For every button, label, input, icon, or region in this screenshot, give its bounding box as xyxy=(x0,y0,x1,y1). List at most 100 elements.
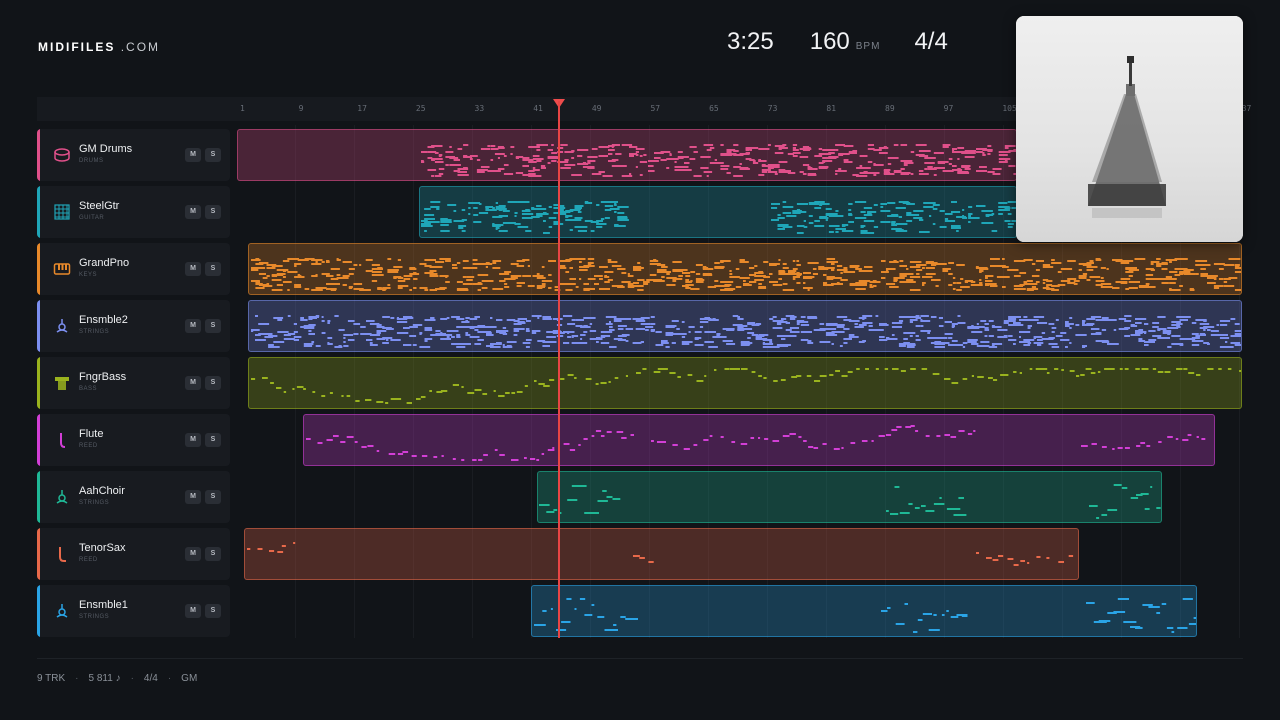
track-count: 9 TRK xyxy=(37,673,66,684)
track-category: STRINGS xyxy=(79,614,110,620)
bass-amp-icon xyxy=(53,374,71,392)
note-pattern xyxy=(251,368,1241,404)
track-header[interactable]: SteelGtr GUITAR M S xyxy=(37,186,230,238)
ruler-bar-label: 25 xyxy=(415,104,426,113)
album-art xyxy=(1016,16,1243,242)
track-header[interactable]: Ensmble2 STRINGS M S xyxy=(37,300,230,352)
mute-button[interactable]: M xyxy=(185,547,201,561)
solo-button[interactable]: S xyxy=(205,205,221,219)
mute-button[interactable]: M xyxy=(185,433,201,447)
track-header[interactable]: Flute REED M S xyxy=(37,414,230,466)
note-pattern xyxy=(539,484,1161,519)
track-name: Flute xyxy=(79,428,104,440)
note-count: 5 811 ♪ xyxy=(88,673,121,684)
solo-button[interactable]: S xyxy=(205,262,221,276)
track-name: AahChoir xyxy=(79,485,125,497)
ruler-bar-label: 81 xyxy=(826,104,837,113)
violin-icon xyxy=(53,488,71,506)
note-pattern xyxy=(534,598,1196,633)
track-name: FngrBass xyxy=(79,371,127,383)
solo-button[interactable]: S xyxy=(205,376,221,390)
midi-region[interactable] xyxy=(531,585,1197,637)
track-category: REED xyxy=(79,443,98,449)
midi-region[interactable] xyxy=(237,129,1017,181)
ruler-bar-label: 65 xyxy=(709,104,719,113)
ruler-bar-label: 89 xyxy=(885,104,895,113)
midi-region[interactable] xyxy=(303,414,1215,466)
note-pattern xyxy=(306,425,1206,461)
note-pattern xyxy=(421,201,1016,234)
separator-dot: · xyxy=(167,673,172,684)
flute-icon xyxy=(53,431,71,449)
separator-dot: · xyxy=(75,673,79,684)
midi-region[interactable] xyxy=(537,471,1162,523)
song-stats: 3:25 160 BPM 4/4 xyxy=(727,28,948,56)
track-category: GUITAR xyxy=(79,215,105,221)
ruler-bar-label: 57 xyxy=(650,104,661,113)
mute-button[interactable]: M xyxy=(185,262,201,276)
mute-button[interactable]: M xyxy=(185,604,201,618)
track-category: KEYS xyxy=(79,272,98,278)
track-color-stripe xyxy=(37,300,40,352)
piano-keys-icon xyxy=(53,260,71,278)
track-header[interactable]: GM Drums DRUMS M S xyxy=(37,129,230,181)
mute-button[interactable]: M xyxy=(185,205,201,219)
solo-button[interactable]: S xyxy=(205,490,221,504)
note-pattern xyxy=(421,144,1016,177)
midi-region[interactable] xyxy=(248,300,1242,352)
solo-button[interactable]: S xyxy=(205,148,221,162)
track-color-stripe xyxy=(37,471,40,523)
track-header[interactable]: Ensmble1 STRINGS M S xyxy=(37,585,230,637)
track-header[interactable]: TenorSax REED M S xyxy=(37,528,230,580)
brand-suffix: .COM xyxy=(120,40,161,54)
midi-region[interactable] xyxy=(419,186,1017,238)
track-color-stripe xyxy=(37,243,40,295)
ruler-bar-label: 9 xyxy=(298,104,304,113)
song-duration: 3:25 xyxy=(727,28,774,55)
mute-button[interactable]: M xyxy=(185,490,201,504)
track-name: SteelGtr xyxy=(79,200,120,212)
track-header[interactable]: FngrBass BASS M S xyxy=(37,357,230,409)
mute-button[interactable]: M xyxy=(185,376,201,390)
track-name: Ensmble1 xyxy=(79,599,128,611)
track-color-stripe xyxy=(37,585,40,637)
ruler-bar-label: 73 xyxy=(767,104,778,113)
ruler-bar-label: 33 xyxy=(474,104,485,113)
brand-name: MIDIFILES xyxy=(38,40,116,54)
solo-button[interactable]: S xyxy=(205,433,221,447)
mute-button[interactable]: M xyxy=(185,319,201,333)
separator-dot: · xyxy=(130,673,134,684)
ruler-bar-label: 49 xyxy=(591,104,602,113)
track-header[interactable]: GrandPno KEYS M S xyxy=(37,243,230,295)
violin-icon xyxy=(53,602,71,620)
tempo-unit: BPM xyxy=(855,41,881,52)
solo-button[interactable]: S xyxy=(205,604,221,618)
midi-region[interactable] xyxy=(248,357,1242,409)
footer-summary: 9 TRK · 5 811 ♪ · 4/4 · GM xyxy=(37,673,197,684)
track-category: BASS xyxy=(79,386,98,392)
time-signature: 4/4 xyxy=(914,28,948,55)
saxophone-icon xyxy=(53,545,71,563)
ruler-bar-label: 105 xyxy=(1002,104,1017,113)
violin-icon xyxy=(53,317,71,335)
midi-region[interactable] xyxy=(244,528,1079,580)
brand-logo: MIDIFILES .COM xyxy=(38,40,160,54)
track-name: Ensmble2 xyxy=(79,314,128,326)
track-category: STRINGS xyxy=(79,500,110,506)
track-color-stripe xyxy=(37,186,40,238)
mute-button[interactable]: M xyxy=(185,148,201,162)
track-color-stripe xyxy=(37,129,40,181)
track-color-stripe xyxy=(37,528,40,580)
note-pattern xyxy=(251,258,1241,291)
track-color-stripe xyxy=(37,357,40,409)
midi-standard: GM xyxy=(181,673,198,684)
ruler-bar-label: 1 xyxy=(240,104,245,113)
midi-region[interactable] xyxy=(248,243,1242,295)
solo-button[interactable]: S xyxy=(205,319,221,333)
track-category: STRINGS xyxy=(79,329,110,335)
track-header[interactable]: AahChoir STRINGS M S xyxy=(37,471,230,523)
track-color-stripe xyxy=(37,414,40,466)
playhead[interactable] xyxy=(558,101,560,638)
solo-button[interactable]: S xyxy=(205,547,221,561)
album-art-image xyxy=(1016,16,1243,242)
